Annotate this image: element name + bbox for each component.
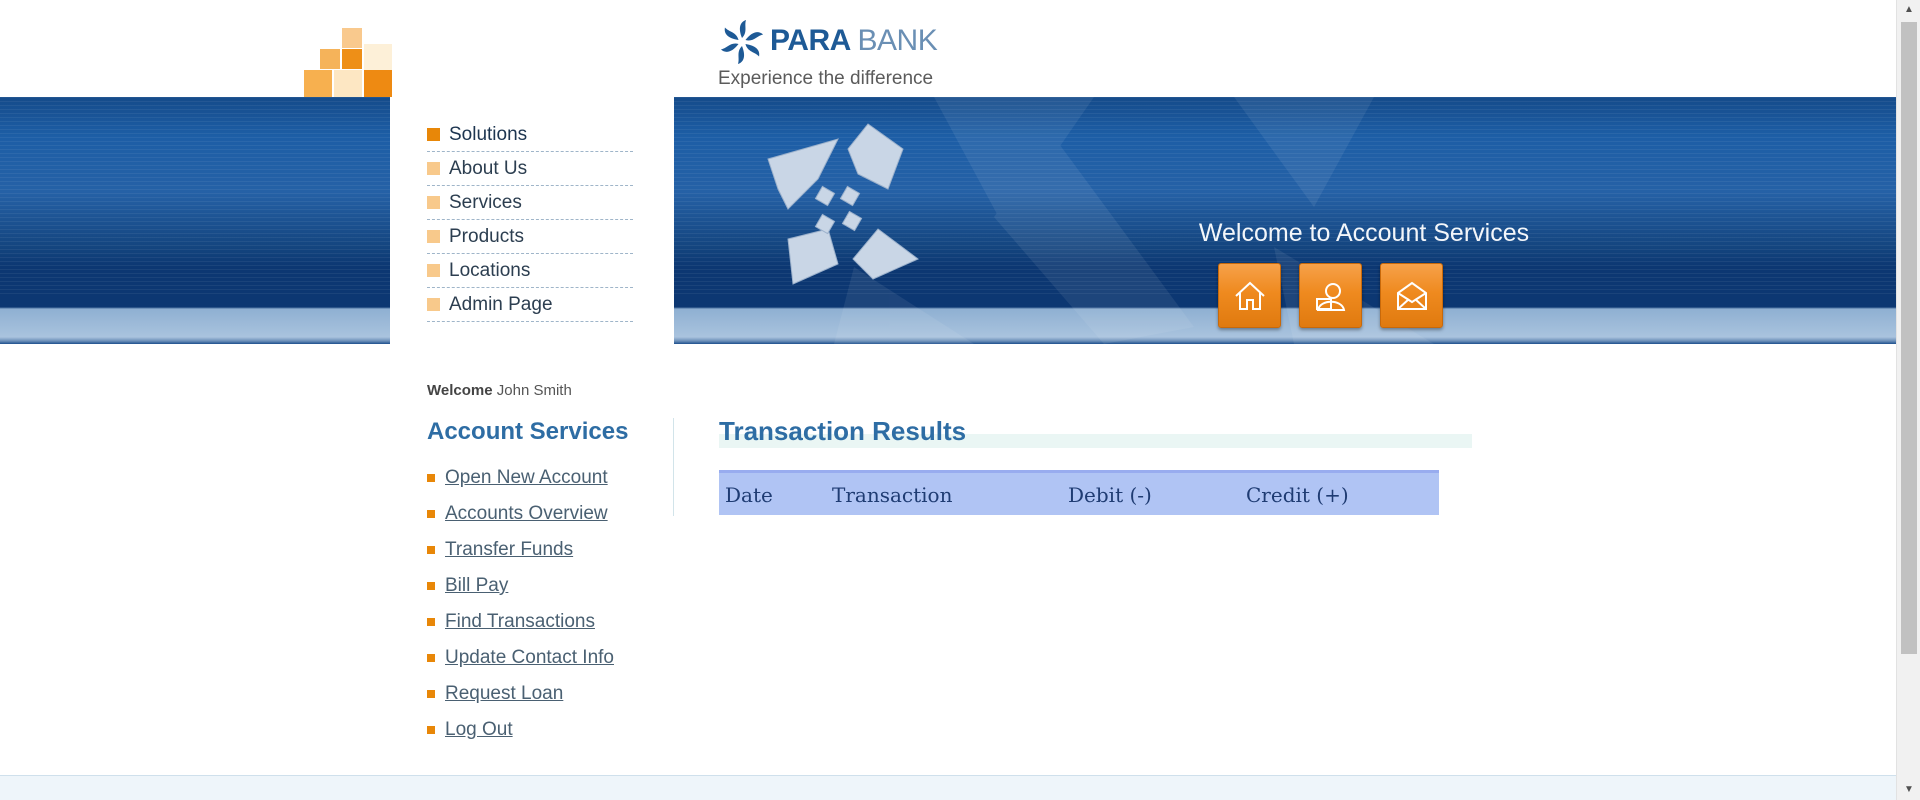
welcome-label: Welcome — [427, 382, 493, 399]
menu-item-about-us[interactable]: About Us — [427, 152, 633, 186]
menu-item-label: Solutions — [449, 123, 528, 145]
menu-bullet-icon — [427, 264, 440, 277]
user-welcome: Welcome John Smith — [427, 382, 572, 399]
parabank-logo-icon — [720, 20, 764, 64]
bill-pay-link[interactable]: Bill Pay — [445, 575, 508, 597]
menu-bullet-icon — [427, 162, 440, 175]
decorative-logo-blocks — [304, 28, 392, 98]
menu-item-solutions[interactable]: Solutions — [427, 118, 633, 152]
bullet-icon — [427, 726, 435, 734]
list-item: Bill Pay — [427, 568, 614, 604]
user-name: John Smith — [496, 382, 572, 399]
menu-item-label: Locations — [449, 259, 531, 281]
scrollbar-thumb[interactable] — [1901, 22, 1917, 654]
transaction-table-header: Date Transaction Debit (-) Credit (+) — [719, 470, 1439, 515]
bullet-icon — [427, 618, 435, 626]
menu-item-label: Admin Page — [449, 293, 553, 315]
vertical-scrollbar[interactable]: ▲ ▼ — [1896, 0, 1920, 800]
bullet-icon — [427, 690, 435, 698]
menu-bullet-icon — [427, 298, 440, 311]
mail-button[interactable] — [1380, 263, 1443, 328]
menu-bullet-icon — [427, 196, 440, 209]
list-item: Update Contact Info — [427, 640, 614, 676]
log-out-link[interactable]: Log Out — [445, 719, 513, 741]
scroll-up-icon[interactable]: ▲ — [1897, 0, 1920, 20]
hero-banner: Welcome to Account Services — [674, 97, 1896, 344]
account-services-title: Account Services — [427, 418, 629, 445]
home-button[interactable] — [1218, 263, 1281, 328]
footer-band — [0, 775, 1896, 800]
sidebar-divider — [673, 418, 674, 516]
list-item: Find Transactions — [427, 604, 614, 640]
request-loan-link[interactable]: Request Loan — [445, 683, 563, 705]
column-header-credit: Credit (+) — [1246, 483, 1349, 507]
column-header-transaction: Transaction — [832, 483, 953, 507]
update-contact-info-link[interactable]: Update Contact Info — [445, 647, 614, 669]
brand-name-light: BANK — [857, 24, 938, 57]
contact-button[interactable] — [1299, 263, 1362, 328]
column-header-debit: Debit (-) — [1068, 483, 1152, 507]
accounts-overview-link[interactable]: Accounts Overview — [445, 503, 608, 525]
list-item: Accounts Overview — [427, 496, 614, 532]
bullet-icon — [427, 474, 435, 482]
home-icon — [1234, 281, 1265, 310]
list-item: Log Out — [427, 712, 614, 748]
menu-item-label: Services — [449, 191, 522, 213]
contact-icon — [1315, 282, 1345, 311]
menu-item-admin-page[interactable]: Admin Page — [427, 288, 633, 322]
menu-bullet-icon — [427, 230, 440, 243]
brand-name: PARA BANK — [770, 24, 938, 58]
bullet-icon — [427, 510, 435, 518]
list-item: Open New Account — [427, 460, 614, 496]
menu-item-products[interactable]: Products — [427, 220, 633, 254]
menu-item-label: Products — [449, 225, 524, 247]
bullet-icon — [427, 546, 435, 554]
menu-item-services[interactable]: Services — [427, 186, 633, 220]
brand-tagline: Experience the difference — [718, 68, 934, 89]
page-title: Transaction Results — [719, 416, 967, 446]
menu-item-label: About Us — [449, 157, 528, 179]
mail-icon — [1396, 281, 1427, 310]
network-graphic-icon — [767, 123, 919, 285]
brand-name-bold: PARA — [770, 24, 850, 57]
menu-item-locations[interactable]: Locations — [427, 254, 633, 288]
transfer-funds-link[interactable]: Transfer Funds — [445, 539, 573, 561]
menu-bullet-icon — [427, 128, 440, 141]
open-new-account-link[interactable]: Open New Account — [445, 467, 608, 489]
bullet-icon — [427, 582, 435, 590]
solutions-menu: Solutions About Us Services Products Loc… — [427, 118, 633, 322]
scroll-down-icon[interactable]: ▼ — [1897, 780, 1920, 800]
list-item: Transfer Funds — [427, 532, 614, 568]
welcome-heading: Welcome to Account Services — [1198, 219, 1530, 247]
list-item: Request Loan — [427, 676, 614, 712]
column-header-date: Date — [725, 483, 773, 507]
account-services-menu: Open New Account Accounts Overview Trans… — [427, 460, 614, 748]
bullet-icon — [427, 654, 435, 662]
find-transactions-link[interactable]: Find Transactions — [445, 611, 595, 633]
